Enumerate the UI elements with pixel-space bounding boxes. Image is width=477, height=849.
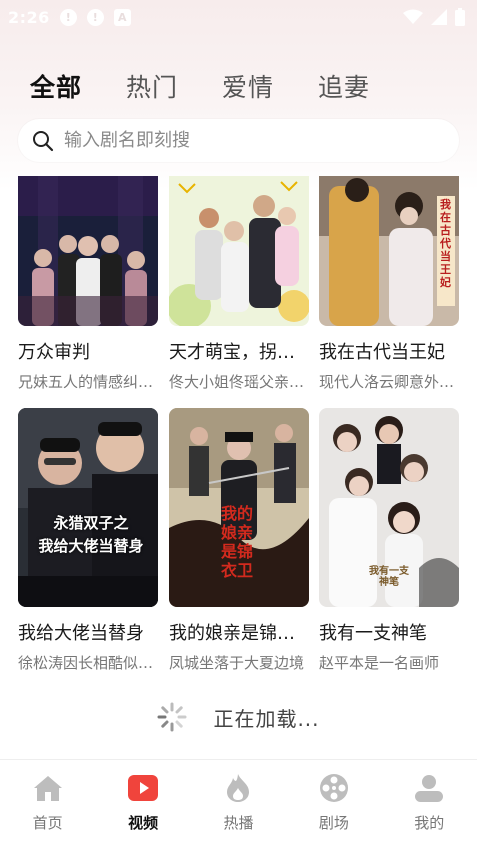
nav-label: 热播 [223,814,254,832]
bottom-navigation: 首页 视频 热播 剧场 我的 [0,759,477,849]
search-input[interactable] [64,130,424,151]
nav-hot[interactable]: 热播 [191,772,286,833]
drama-card[interactable]: 我的娘亲是锦衣卫 我的娘亲是锦衣卫 凤城坐落于大夏边境 [169,408,309,673]
drama-card[interactable]: 永猎双子之 我给大佬当替身 我给大佬当替身 徐松涛因长相酷似大佬 [18,408,158,673]
poster-image [18,408,158,607]
tab-romance[interactable]: 爱情 [222,68,274,104]
drama-poster[interactable]: 我有一支神笔 [319,408,459,607]
notification-icon-2: ! [86,8,104,26]
drama-poster[interactable]: 我的娘亲是锦衣卫 [169,408,309,607]
drama-title[interactable]: 万众审判 [18,338,158,364]
notification-icon: ! [59,8,77,26]
status-bar: 2:26 ! ! A [0,0,477,34]
loading-text: 正在加载... [213,706,320,731]
drama-card[interactable]: 我在古代当王妃 我在古代当王妃 现代人洛云卿意外穿越 [319,176,459,392]
poster-title-text: 我有一支神笔 [369,566,409,588]
drama-title[interactable]: 天才萌宝，拐个爹地宠妈咪 [169,338,309,364]
drama-poster[interactable]: 我在古代当王妃 [319,176,459,326]
drama-description: 兄妹五人的情感纠葛，真相终将大白 [18,373,158,391]
search-bar[interactable] [18,119,459,162]
drama-card[interactable]: 我有一支神笔 我有一支神笔 赵平本是一名画师 [319,408,459,673]
film-reel-icon [318,772,350,804]
status-time: 2:26 [8,7,50,27]
tab-chase-wife[interactable]: 追妻 [318,68,370,104]
wifi-icon [403,9,423,24]
nav-home[interactable]: 首页 [0,772,95,833]
home-icon [32,772,64,804]
nav-theater[interactable]: 剧场 [286,772,381,833]
signal-icon [431,9,447,25]
poster-title-text: 永猎双子之 我给大佬当替身 [38,514,144,555]
drama-description: 徐松涛因长相酷似大佬 [18,654,158,672]
spinner-icon [157,702,187,732]
search-icon [33,130,54,151]
drama-description: 赵平本是一名画师 [319,654,440,672]
drama-description: 现代人洛云卿意外穿越 [319,373,459,391]
drama-poster[interactable] [169,176,309,326]
nav-label: 剧场 [318,814,349,832]
drama-description: 凤城坐落于大夏边境 [169,654,305,672]
drama-poster[interactable]: 永猎双子之 我给大佬当替身 [18,408,158,607]
nav-video[interactable]: 视频 [96,772,191,833]
poster-image [18,176,158,326]
drama-card[interactable]: 万众审判 兄妹五人的情感纠葛，真相终将大白 [18,176,158,392]
nav-mine[interactable]: 我的 [382,772,477,833]
tab-hot[interactable]: 热门 [126,68,178,104]
nav-label: 视频 [128,814,159,832]
drama-card[interactable]: 天才萌宝，拐个爹地宠妈咪 佟大小姐佟瑶父亲离世后 [169,176,309,392]
loading-indicator: 正在加载... [0,697,477,737]
poster-title-text: 我的娘亲是锦衣卫 [220,504,253,580]
poster-image [319,176,459,326]
video-play-icon [127,772,159,804]
drama-title[interactable]: 我在古代当王妃 [319,338,459,364]
drama-title[interactable]: 我给大佬当替身 [18,619,158,645]
category-tabs: 全部 热门 爱情 追妻 [30,68,370,104]
user-icon [413,772,445,804]
app-notification-icon: A [113,8,131,26]
drama-poster[interactable] [18,176,158,326]
nav-label: 首页 [32,814,63,832]
poster-image [169,176,309,326]
drama-description: 佟大小姐佟瑶父亲离世后 [169,373,309,391]
tab-all[interactable]: 全部 [30,68,82,104]
flame-icon [222,772,254,804]
battery-icon [455,8,465,26]
nav-label: 我的 [414,814,445,832]
drama-title[interactable]: 我的娘亲是锦衣卫 [169,619,309,645]
poster-title-text: 我在古代当王妃 [440,198,451,289]
drama-title[interactable]: 我有一支神笔 [319,619,459,645]
